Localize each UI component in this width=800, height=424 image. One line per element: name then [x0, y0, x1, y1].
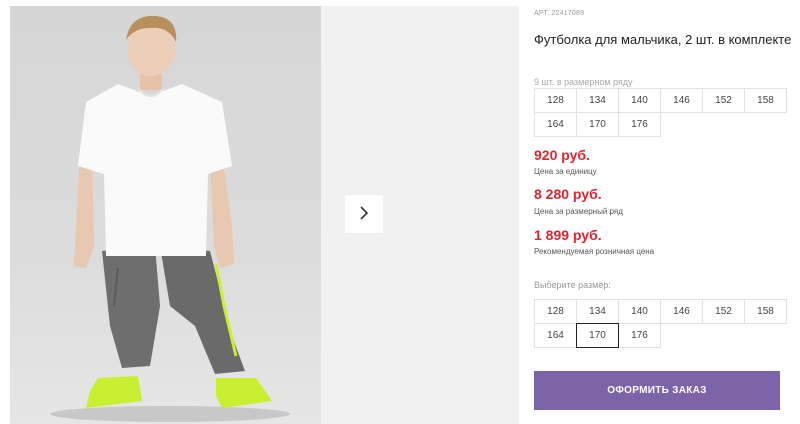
size-selector: 128 134 140 146 152 158 164 170 176	[534, 299, 787, 348]
size-option[interactable]: 158	[744, 299, 787, 324]
size-range-cell: 158	[744, 88, 787, 113]
size-range-cell: 164	[534, 112, 577, 137]
size-range-cell: 146	[660, 88, 703, 113]
size-option[interactable]: 152	[702, 299, 745, 324]
size-range-cell: 170	[576, 112, 619, 137]
place-order-button[interactable]: ОФОРМИТЬ ЗАКАЗ	[534, 371, 780, 410]
set-price: 8 280 руб.	[534, 186, 602, 202]
chevron-right-icon	[358, 205, 370, 224]
retail-price-label: Рекомендуемая розничная цена	[534, 247, 655, 256]
size-range-cell: 176	[618, 112, 661, 137]
size-option[interactable]: 146	[660, 299, 703, 324]
product-photo	[10, 6, 321, 424]
size-option[interactable]: 134	[576, 299, 619, 324]
unit-price: 920 руб.	[534, 147, 590, 163]
size-option[interactable]: 128	[534, 299, 577, 324]
unit-price-label: Цена за единицу	[534, 167, 597, 176]
size-range-caption: 9 шт. в размерном ряду	[534, 77, 633, 87]
boy-photo-illustration	[50, 15, 290, 422]
size-range-cell: 134	[576, 88, 619, 113]
size-range-cell: 140	[618, 88, 661, 113]
size-range-cell: 152	[702, 88, 745, 113]
product-title: Футболка для мальчика, 2 шт. в комплекте	[534, 32, 792, 47]
size-option[interactable]: 164	[534, 323, 577, 348]
size-option-selected[interactable]: 170	[576, 323, 619, 348]
retail-price: 1 899 руб.	[534, 227, 602, 243]
size-range-grid: 128 134 140 146 152 158 164 170 176	[534, 88, 787, 137]
size-option[interactable]: 176	[618, 323, 661, 348]
set-price-label: Цена за размерный ряд	[534, 207, 623, 216]
size-option[interactable]: 140	[618, 299, 661, 324]
next-image-button[interactable]	[345, 195, 383, 233]
article-number: АРТ. 22417089	[534, 10, 585, 17]
product-gallery	[0, 0, 520, 424]
size-range-cell: 128	[534, 88, 577, 113]
choose-size-label: Выберите размер:	[534, 280, 611, 290]
